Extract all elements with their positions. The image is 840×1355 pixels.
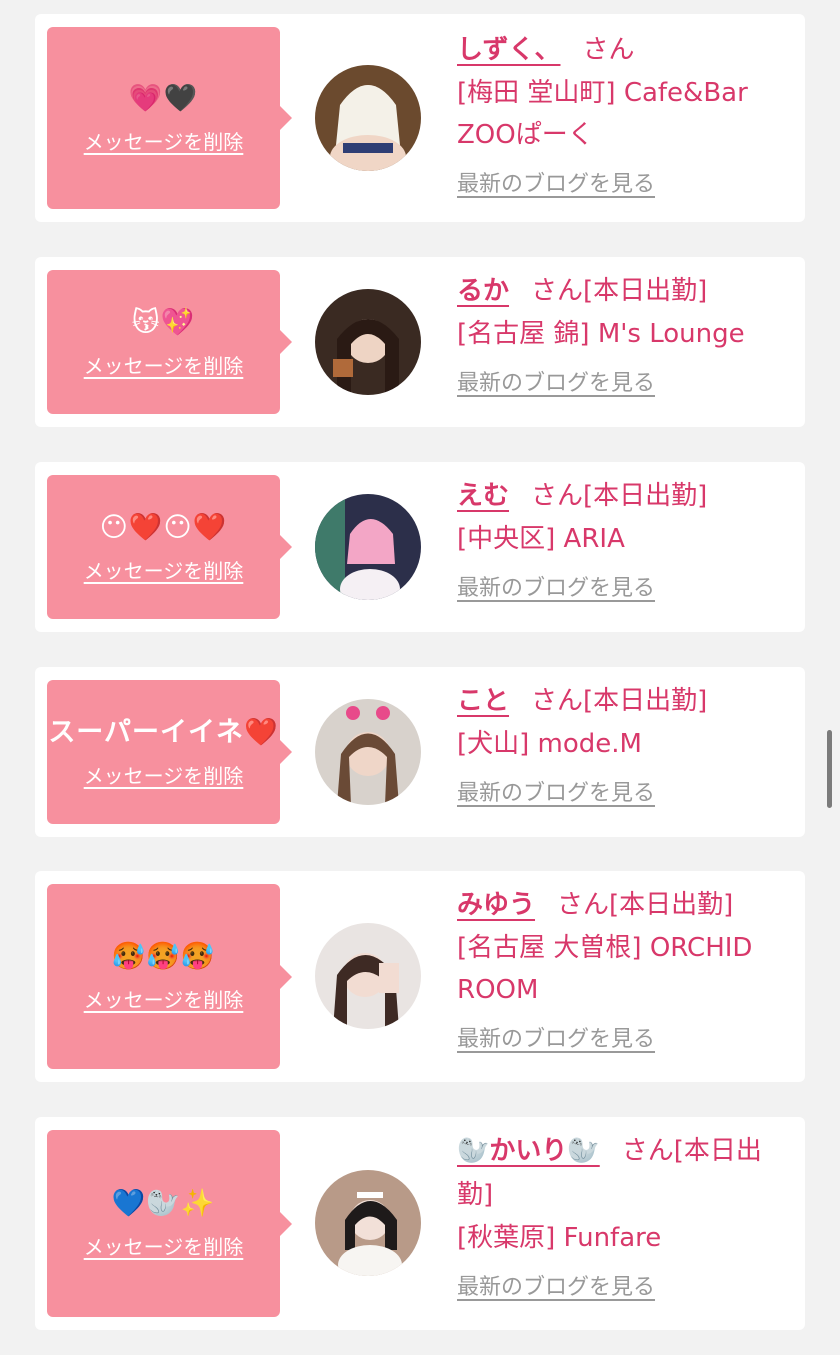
avatar[interactable] bbox=[315, 289, 421, 395]
message-card: 🥵🥵🥵 メッセージを削除 みゆう さん[本日出勤] [名古屋 大曽根] ORCHI… bbox=[35, 871, 805, 1082]
profile-name-link[interactable]: 🦭かいり🦭 bbox=[457, 1136, 600, 1166]
profile-info: るか さん[本日出勤] [名古屋 錦] M's Lounge 最新のブログを見る bbox=[457, 269, 792, 397]
shop-text: [梅田 堂山町] Cafe&Bar ZOOぱーく bbox=[457, 78, 748, 150]
delete-message-link[interactable]: メッセージを削除 bbox=[84, 760, 244, 789]
profile-info: えむ さん[本日出勤] [中央区] ARIA 最新のブログを見る bbox=[457, 474, 792, 602]
message-bubble: 😽💖 メッセージを削除 bbox=[47, 270, 292, 414]
avatar[interactable] bbox=[315, 1170, 421, 1276]
avatar[interactable] bbox=[315, 699, 421, 805]
latest-blog-link[interactable]: 最新のブログを見る bbox=[457, 1269, 655, 1301]
delete-message-link[interactable]: メッセージを削除 bbox=[84, 350, 244, 379]
avatar[interactable] bbox=[315, 923, 421, 1029]
san-label: さん[本日出勤] bbox=[557, 890, 734, 920]
message-card: 💗🖤 メッセージを削除 しずく、 さん [梅田 堂山町] Cafe&Bar ZOO… bbox=[35, 14, 805, 222]
profile-name-link[interactable]: るか bbox=[457, 276, 509, 306]
latest-blog-link[interactable]: 最新のブログを見る bbox=[457, 365, 655, 397]
message-list: 💗🖤 メッセージを削除 しずく、 さん [梅田 堂山町] Cafe&Bar ZOO… bbox=[0, 0, 840, 1355]
message-text: スーパーイイネ❤️ bbox=[48, 716, 279, 748]
delete-message-link[interactable]: メッセージを削除 bbox=[84, 1231, 244, 1260]
san-label: さん bbox=[582, 35, 635, 65]
delete-message-link[interactable]: メッセージを削除 bbox=[84, 126, 244, 155]
san-label: さん[本日出勤] bbox=[531, 276, 708, 306]
message-bubble: 😶❤️😶❤️ メッセージを削除 bbox=[47, 475, 292, 619]
message-bubble: スーパーイイネ❤️ メッセージを削除 bbox=[47, 680, 292, 824]
latest-blog-link[interactable]: 最新のブログを見る bbox=[457, 166, 655, 198]
profile-name-link[interactable]: しずく、 bbox=[457, 35, 560, 65]
avatar[interactable] bbox=[315, 494, 421, 600]
profile-name-link[interactable]: こと bbox=[457, 686, 509, 716]
message-card: 😶❤️😶❤️ メッセージを削除 えむ さん[本日出勤] [中央区] ARIA 最新… bbox=[35, 462, 805, 632]
latest-blog-link[interactable]: 最新のブログを見る bbox=[457, 775, 655, 807]
scrollbar-thumb[interactable] bbox=[827, 730, 832, 808]
message-text: 🥵🥵🥵 bbox=[111, 941, 216, 972]
profile-info: みゆう さん[本日出勤] [名古屋 大曽根] ORCHID ROOM 最新のブログ… bbox=[457, 883, 792, 1053]
latest-blog-link[interactable]: 最新のブログを見る bbox=[457, 570, 655, 602]
shop-text: [犬山] mode.M bbox=[457, 729, 642, 759]
san-label: さん[本日出勤] bbox=[531, 686, 708, 716]
shop-text: [名古屋 錦] M's Lounge bbox=[457, 319, 745, 349]
profile-info: しずく、 さん [梅田 堂山町] Cafe&Bar ZOOぱーく 最新のブログを見… bbox=[457, 28, 792, 198]
message-text: 😶❤️😶❤️ bbox=[99, 511, 228, 543]
shop-text: [名古屋 大曽根] ORCHID ROOM bbox=[457, 933, 753, 1005]
message-card: スーパーイイネ❤️ メッセージを削除 こと さん[本日出勤] [犬山] mode.… bbox=[35, 667, 805, 837]
latest-blog-link[interactable]: 最新のブログを見る bbox=[457, 1021, 655, 1053]
message-text: 💙🦭✨ bbox=[111, 1188, 216, 1219]
san-label: さん[本日出勤] bbox=[531, 481, 708, 511]
message-card: 💙🦭✨ メッセージを削除 🦭かいり🦭 さん[本日出勤] [秋葉原] Funfare… bbox=[35, 1117, 805, 1330]
message-bubble: 🥵🥵🥵 メッセージを削除 bbox=[47, 884, 292, 1069]
profile-name-link[interactable]: えむ bbox=[457, 481, 509, 511]
avatar[interactable] bbox=[315, 65, 421, 171]
message-card: 😽💖 メッセージを削除 るか さん[本日出勤] [名古屋 錦] M's Loung… bbox=[35, 257, 805, 427]
shop-text: [中央区] ARIA bbox=[457, 524, 625, 554]
shop-text: [秋葉原] Funfare bbox=[457, 1223, 662, 1253]
delete-message-link[interactable]: メッセージを削除 bbox=[84, 984, 244, 1013]
profile-info: 🦭かいり🦭 さん[本日出勤] [秋葉原] Funfare 最新のブログを見る bbox=[457, 1129, 792, 1301]
message-text: 💗🖤 bbox=[128, 82, 199, 114]
delete-message-link[interactable]: メッセージを削除 bbox=[84, 555, 244, 584]
profile-name-link[interactable]: みゆう bbox=[457, 890, 535, 920]
message-text: 😽💖 bbox=[131, 306, 196, 338]
message-bubble: 💙🦭✨ メッセージを削除 bbox=[47, 1130, 292, 1317]
message-bubble: 💗🖤 メッセージを削除 bbox=[47, 27, 292, 209]
profile-info: こと さん[本日出勤] [犬山] mode.M 最新のブログを見る bbox=[457, 679, 792, 807]
